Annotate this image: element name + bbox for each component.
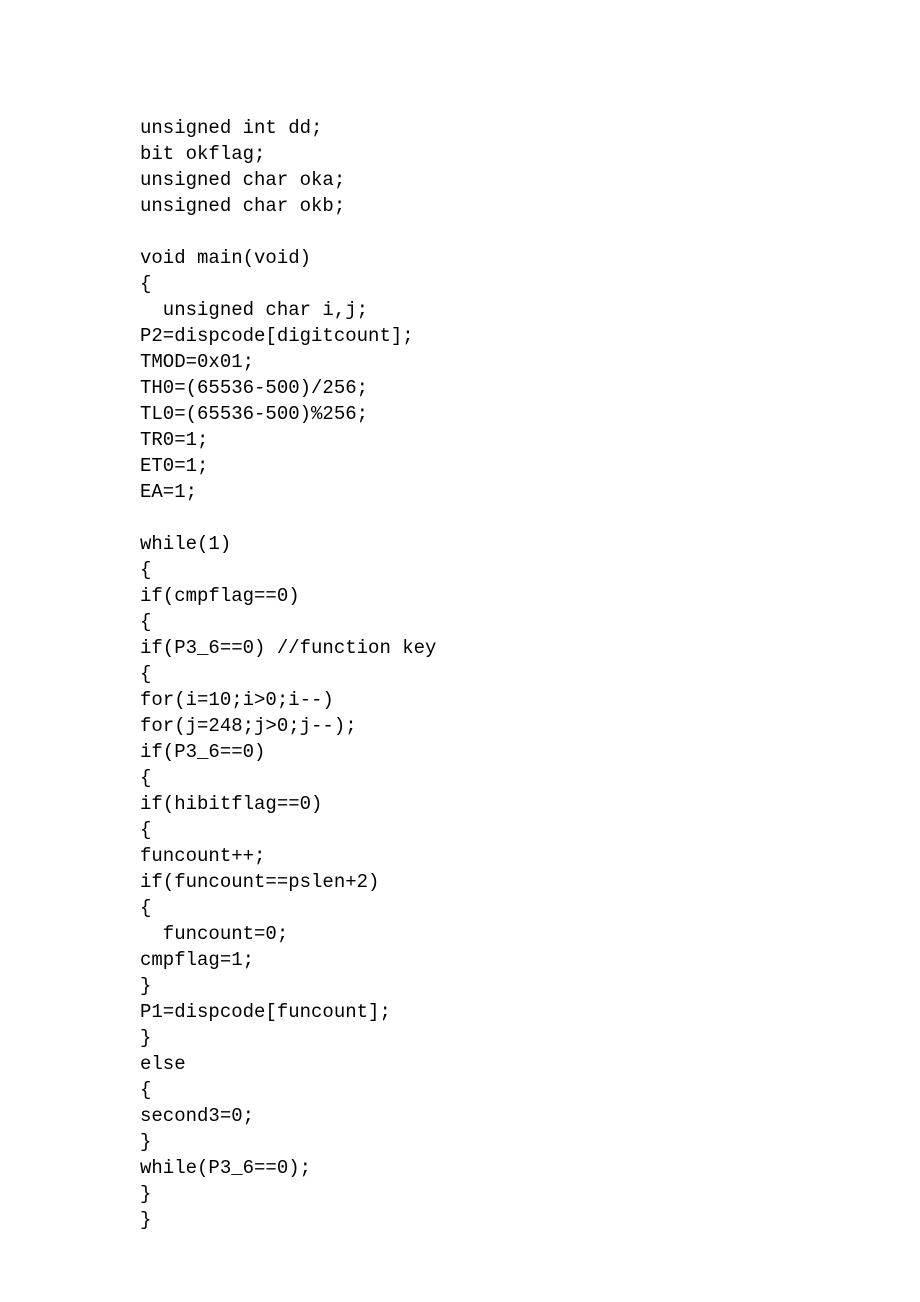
code-line: while(P3_6==0); [140,1157,311,1179]
code-line: unsigned char oka; [140,169,345,191]
code-block: unsigned int dd; bit okflag; unsigned ch… [0,0,920,1233]
code-line: void main(void) [140,247,311,269]
code-line: TMOD=0x01; [140,351,254,373]
code-line: } [140,1209,151,1231]
code-line: unsigned int dd; [140,117,322,139]
code-line: TL0=(65536-500)%256; [140,403,368,425]
code-line: bit okflag; [140,143,265,165]
code-line: { [140,767,151,789]
code-line: TR0=1; [140,429,208,451]
code-line: { [140,273,151,295]
code-line: if(P3_6==0) //function key [140,637,436,659]
code-line: for(i=10;i>0;i--) [140,689,334,711]
code-line: second3=0; [140,1105,254,1127]
code-line: { [140,897,151,919]
code-line: if(hibitflag==0) [140,793,322,815]
code-line: funcount=0; [140,923,288,945]
code-line: cmpflag=1; [140,949,254,971]
code-line: if(funcount==pslen+2) [140,871,379,893]
code-line: while(1) [140,533,231,555]
code-line: { [140,559,151,581]
code-line: unsigned char okb; [140,195,345,217]
code-line: funcount++; [140,845,265,867]
code-line: } [140,1131,151,1153]
code-line: { [140,819,151,841]
code-line: } [140,1027,151,1049]
code-line: if(P3_6==0) [140,741,265,763]
code-line: { [140,611,151,633]
code-line: ET0=1; [140,455,208,477]
code-line: } [140,975,151,997]
code-line: TH0=(65536-500)/256; [140,377,368,399]
code-line: if(cmpflag==0) [140,585,300,607]
code-line: } [140,1183,151,1205]
code-line: else [140,1053,186,1075]
code-line: { [140,1079,151,1101]
code-line: P2=dispcode[digitcount]; [140,325,414,347]
code-line: { [140,663,151,685]
code-line: EA=1; [140,481,197,503]
code-line: unsigned char i,j; [140,299,368,321]
code-line: P1=dispcode[funcount]; [140,1001,391,1023]
code-line: for(j=248;j>0;j--); [140,715,357,737]
